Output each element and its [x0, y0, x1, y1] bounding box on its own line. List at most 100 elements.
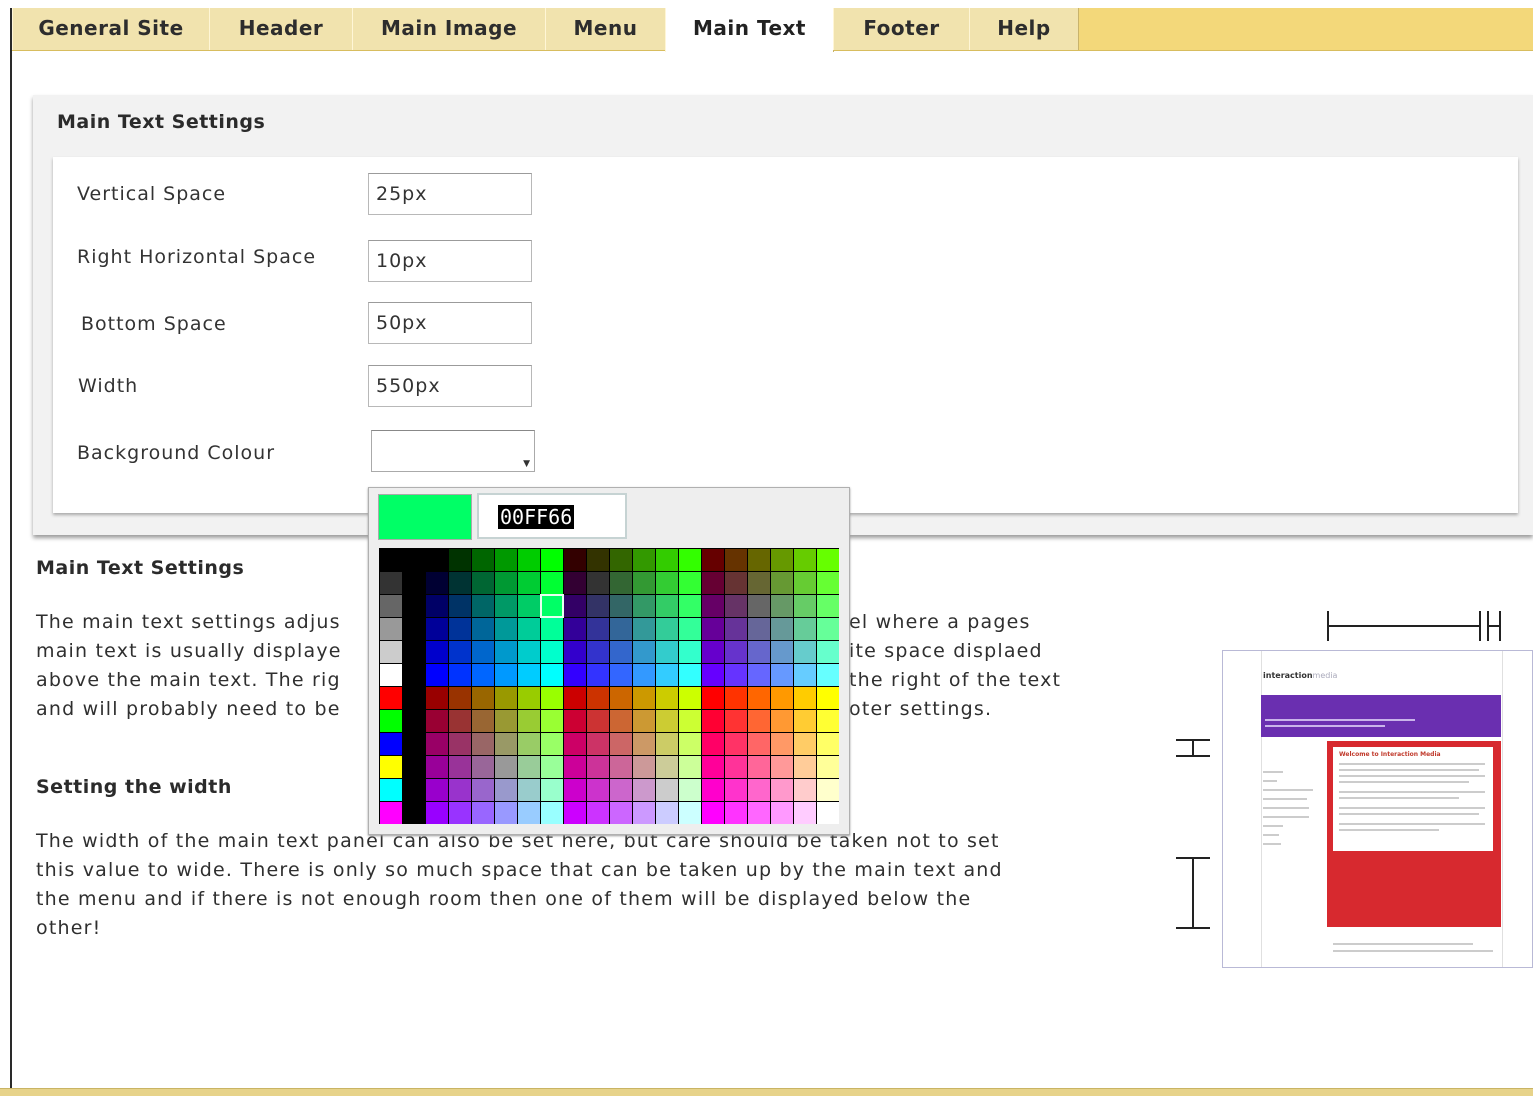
colour-swatch[interactable]: [541, 641, 563, 663]
colour-swatch[interactable]: [518, 687, 540, 709]
colour-swatch[interactable]: [403, 733, 425, 755]
bottom-space-input[interactable]: [368, 302, 532, 344]
colour-swatch[interactable]: [679, 802, 701, 824]
colour-swatch[interactable]: [426, 572, 448, 594]
colour-swatch[interactable]: [564, 733, 586, 755]
colour-swatch[interactable]: [748, 733, 770, 755]
colour-swatch[interactable]: [725, 664, 747, 686]
colour-swatch[interactable]: [472, 710, 494, 732]
colour-swatch[interactable]: [794, 756, 816, 778]
colour-swatch[interactable]: [587, 756, 609, 778]
colour-swatch[interactable]: [817, 618, 839, 640]
colour-swatch[interactable]: [725, 802, 747, 824]
colour-swatch[interactable]: [656, 687, 678, 709]
colour-swatch[interactable]: [518, 641, 540, 663]
colour-swatch[interactable]: [518, 779, 540, 801]
colour-swatch[interactable]: [403, 710, 425, 732]
colour-swatch[interactable]: [541, 756, 563, 778]
colour-swatch[interactable]: [633, 664, 655, 686]
colour-swatch[interactable]: [541, 664, 563, 686]
colour-swatch[interactable]: [679, 572, 701, 594]
colour-swatch[interactable]: [380, 710, 402, 732]
colour-swatch[interactable]: [817, 595, 839, 617]
colour-swatch[interactable]: [518, 802, 540, 824]
colour-swatch[interactable]: [702, 618, 724, 640]
colour-swatch[interactable]: [679, 710, 701, 732]
colour-swatch[interactable]: [426, 641, 448, 663]
background-colour-dropdown[interactable]: ▼: [371, 430, 535, 472]
colour-swatch[interactable]: [748, 641, 770, 663]
colour-swatch[interactable]: [656, 779, 678, 801]
colour-swatch[interactable]: [679, 664, 701, 686]
colour-swatch[interactable]: [449, 756, 471, 778]
colour-swatch[interactable]: [495, 664, 517, 686]
colour-swatch[interactable]: [403, 618, 425, 640]
colour-swatch[interactable]: [449, 664, 471, 686]
colour-swatch[interactable]: [817, 733, 839, 755]
colour-swatch[interactable]: [380, 572, 402, 594]
colour-swatch[interactable]: [679, 618, 701, 640]
tab-header[interactable]: Header: [209, 8, 353, 50]
colour-swatch[interactable]: [449, 733, 471, 755]
colour-swatch[interactable]: [380, 779, 402, 801]
vertical-space-input[interactable]: [368, 173, 532, 215]
colour-swatch[interactable]: [748, 710, 770, 732]
colour-swatch[interactable]: [633, 618, 655, 640]
colour-swatch[interactable]: [748, 802, 770, 824]
colour-swatch[interactable]: [426, 549, 448, 571]
tab-help[interactable]: Help: [969, 8, 1079, 50]
colour-swatch[interactable]: [587, 687, 609, 709]
colour-swatch[interactable]: [748, 572, 770, 594]
colour-swatch[interactable]: [633, 572, 655, 594]
colour-swatch[interactable]: [495, 641, 517, 663]
colour-swatch[interactable]: [748, 664, 770, 686]
colour-swatch[interactable]: [633, 756, 655, 778]
colour-swatch[interactable]: [426, 687, 448, 709]
colour-swatch[interactable]: [794, 664, 816, 686]
colour-swatch[interactable]: [771, 618, 793, 640]
colour-swatch[interactable]: [725, 641, 747, 663]
colour-swatch[interactable]: [794, 802, 816, 824]
tab-menu[interactable]: Menu: [545, 8, 666, 50]
colour-swatch[interactable]: [587, 641, 609, 663]
colour-swatch[interactable]: [702, 687, 724, 709]
colour-swatch[interactable]: [380, 802, 402, 824]
colour-swatch[interactable]: [748, 549, 770, 571]
colour-swatch[interactable]: [403, 687, 425, 709]
colour-swatch[interactable]: [495, 687, 517, 709]
tab-main-text[interactable]: Main Text: [665, 8, 834, 52]
colour-swatch[interactable]: [541, 595, 563, 617]
colour-swatch[interactable]: [817, 641, 839, 663]
width-input[interactable]: [368, 365, 532, 407]
colour-swatch[interactable]: [587, 549, 609, 571]
colour-swatch[interactable]: [817, 779, 839, 801]
colour-swatch[interactable]: [472, 802, 494, 824]
colour-swatch[interactable]: [656, 572, 678, 594]
colour-swatch[interactable]: [403, 779, 425, 801]
colour-swatch[interactable]: [679, 641, 701, 663]
colour-swatch[interactable]: [702, 779, 724, 801]
colour-swatch[interactable]: [679, 687, 701, 709]
colour-swatch[interactable]: [426, 802, 448, 824]
colour-swatch[interactable]: [610, 549, 632, 571]
colour-swatch[interactable]: [564, 756, 586, 778]
colour-swatch[interactable]: [426, 664, 448, 686]
colour-swatch[interactable]: [771, 572, 793, 594]
colour-swatch[interactable]: [564, 664, 586, 686]
colour-swatch[interactable]: [633, 549, 655, 571]
colour-swatch[interactable]: [380, 549, 402, 571]
colour-swatch[interactable]: [587, 733, 609, 755]
colour-swatch[interactable]: [633, 802, 655, 824]
colour-swatch[interactable]: [748, 687, 770, 709]
colour-swatch[interactable]: [610, 595, 632, 617]
colour-swatch[interactable]: [564, 549, 586, 571]
colour-swatch[interactable]: [426, 595, 448, 617]
colour-swatch[interactable]: [495, 802, 517, 824]
colour-swatch[interactable]: [472, 779, 494, 801]
tab-footer[interactable]: Footer: [833, 8, 970, 50]
colour-swatch[interactable]: [495, 710, 517, 732]
colour-swatch[interactable]: [610, 756, 632, 778]
colour-swatch[interactable]: [794, 549, 816, 571]
colour-swatch[interactable]: [564, 641, 586, 663]
colour-swatch[interactable]: [564, 802, 586, 824]
